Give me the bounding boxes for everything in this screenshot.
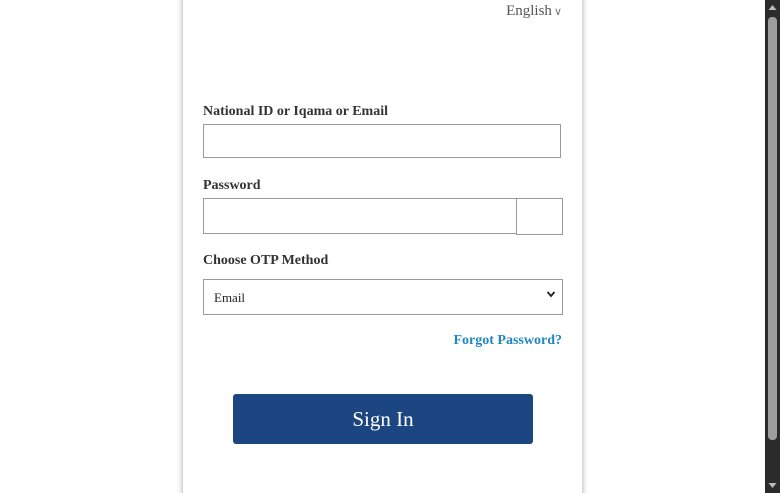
password-field-label: Password bbox=[203, 178, 261, 193]
password-input[interactable] bbox=[203, 198, 517, 234]
language-selector[interactable]: English ∨ bbox=[506, 3, 562, 20]
scroll-up-icon[interactable] bbox=[765, 0, 780, 15]
id-input[interactable] bbox=[203, 124, 561, 158]
browser-viewport: English ∨ National ID or Iqama or Email P… bbox=[0, 0, 780, 493]
otp-selected-value: Email bbox=[214, 290, 246, 305]
scroll-down-icon[interactable] bbox=[765, 478, 780, 493]
login-card: English ∨ National ID or Iqama or Email P… bbox=[183, 0, 582, 493]
scrollbar-thumb[interactable] bbox=[768, 17, 777, 440]
sign-in-button[interactable]: Sign In bbox=[233, 394, 533, 444]
otp-method-select[interactable]: Email bbox=[203, 279, 563, 315]
language-label: English bbox=[506, 3, 552, 19]
password-visibility-toggle[interactable] bbox=[516, 198, 563, 235]
chevron-down-icon: ∨ bbox=[553, 6, 562, 18]
password-group bbox=[203, 198, 563, 235]
select-chevron-icon bbox=[546, 291, 556, 298]
forgot-password-link[interactable]: Forgot Password? bbox=[454, 333, 563, 349]
vertical-scrollbar[interactable] bbox=[765, 0, 780, 493]
id-field-label: National ID or Iqama or Email bbox=[203, 104, 388, 119]
otp-method-label: Choose OTP Method bbox=[203, 253, 329, 268]
